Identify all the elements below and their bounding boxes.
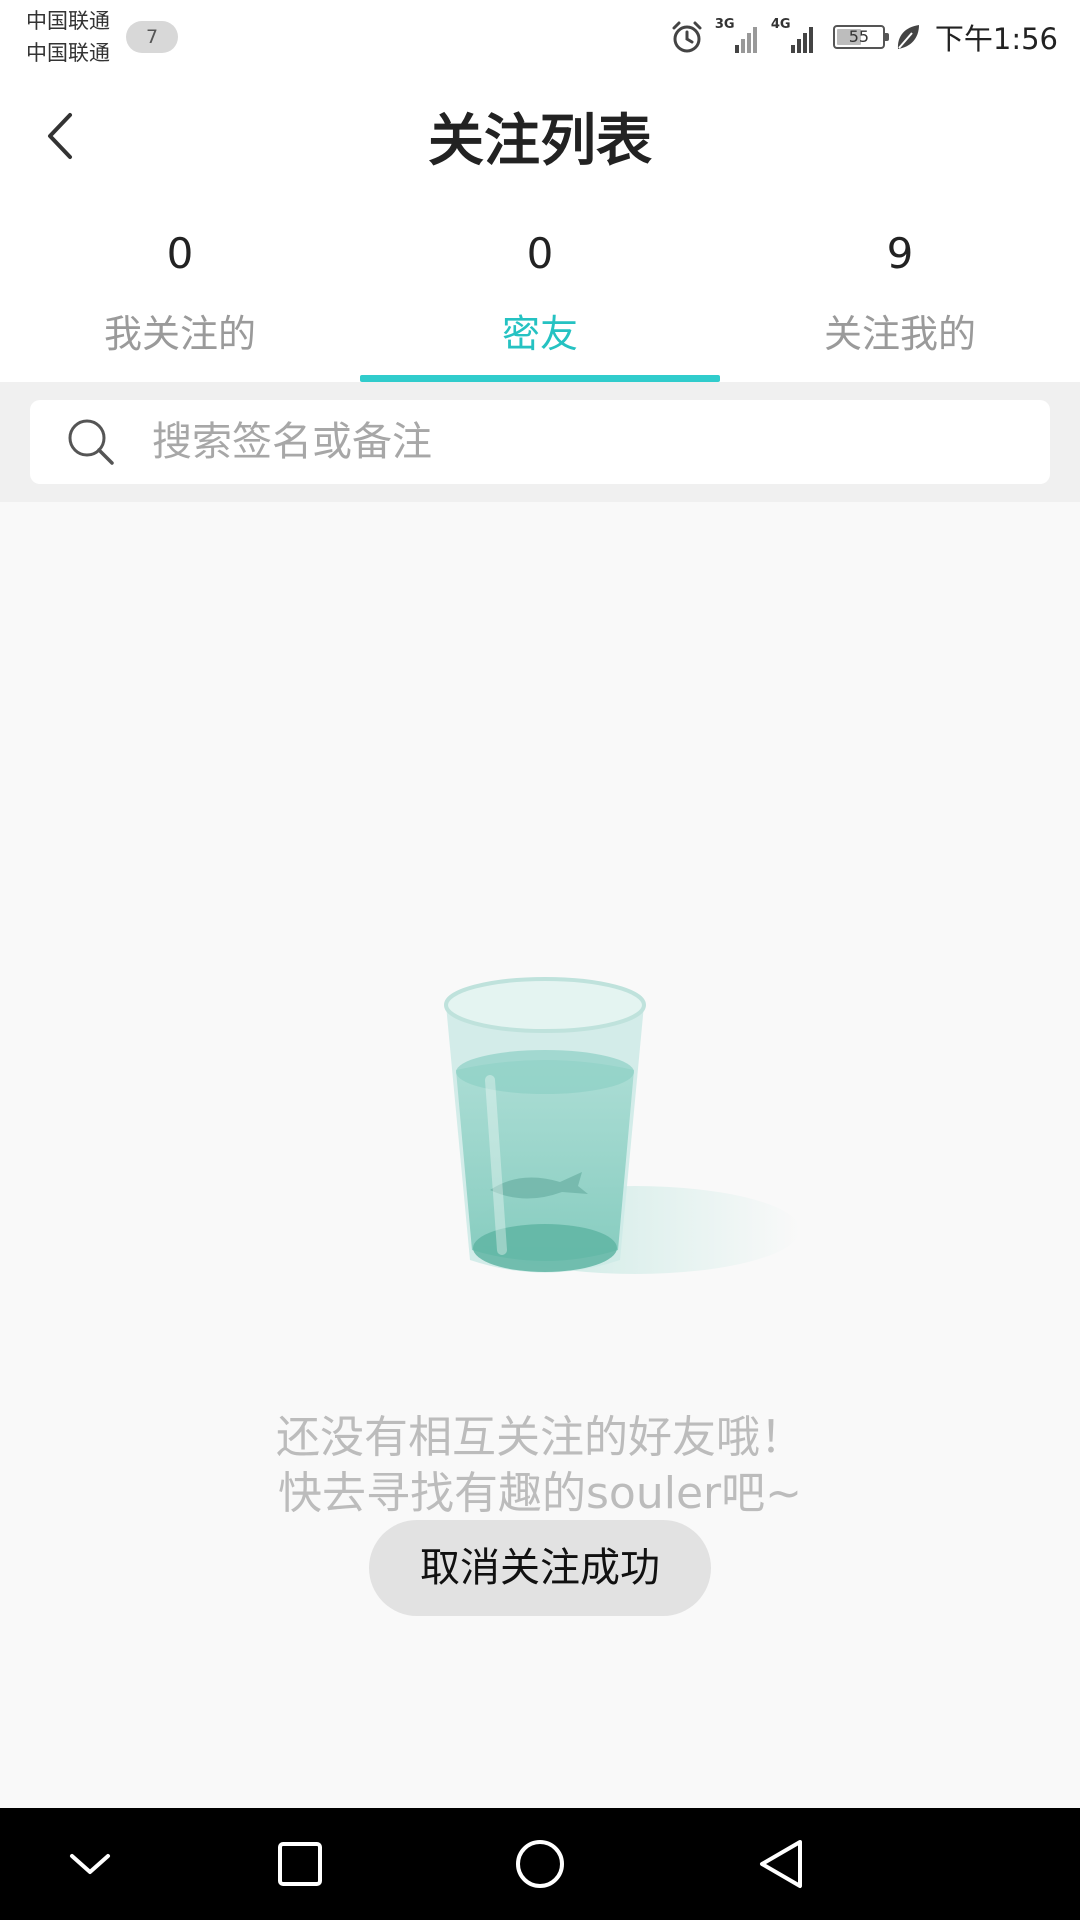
circle-icon (516, 1840, 564, 1888)
empty-cup-illustration (444, 977, 800, 1274)
nav-home-button[interactable] (510, 1834, 570, 1894)
nav-back-button[interactable] (750, 1834, 810, 1894)
clock: 下午1:56 (934, 22, 1058, 56)
square-icon (278, 1842, 322, 1886)
network-type-2: 4G (770, 17, 791, 32)
tab-close-friends[interactable]: 0 密友 (360, 206, 720, 382)
search-box[interactable] (30, 400, 1050, 484)
notification-count-badge: 7 (126, 21, 178, 53)
status-bar: 中国联通 中国联通 7 3G 4G 55 下午1:56 (0, 0, 1080, 76)
search-icon (68, 419, 114, 465)
tab-followers[interactable]: 9 关注我的 (720, 206, 1080, 382)
search-area (0, 382, 1080, 502)
nav-recents-button[interactable] (270, 1834, 330, 1894)
triangle-back-icon (760, 1840, 802, 1888)
system-nav-bar (0, 1808, 1080, 1920)
status-icons: 3G 4G 55 下午1:56 (669, 14, 1058, 60)
search-input[interactable] (150, 418, 954, 466)
header: 关注列表 (0, 76, 1080, 206)
leaf-icon (897, 25, 919, 49)
tab-count: 0 (166, 229, 194, 278)
signal-4g-icon: 4G (771, 17, 817, 57)
battery-level: 55 (848, 27, 870, 46)
empty-message-line-1: 还没有相互关注的好友哦！ (276, 1412, 804, 1463)
chevron-down-icon (70, 1854, 110, 1874)
tab-label: 密友 (501, 312, 578, 356)
signal-3g-icon: 3G (715, 17, 761, 57)
tab-label: 我关注的 (103, 312, 256, 356)
tab-label: 关注我的 (823, 312, 976, 356)
active-tab-indicator (360, 375, 720, 382)
tab-bar: 0 我关注的 0 密友 9 关注我的 (0, 206, 1080, 382)
tab-count: 9 (886, 229, 914, 278)
empty-message-line-2: 快去寻找有趣的souler吧~ (278, 1468, 802, 1519)
carrier-name-1: 中国联通 (26, 9, 110, 33)
battery-icon: 55 (832, 25, 889, 49)
nav-collapse-button[interactable] (60, 1834, 120, 1894)
carrier-name-2: 中国联通 (26, 41, 110, 65)
page-title: 关注列表 (428, 109, 652, 174)
network-type-1: 3G (714, 17, 735, 32)
tab-following[interactable]: 0 我关注的 (0, 206, 360, 382)
toast-message: 取消关注成功 (369, 1520, 711, 1616)
tab-count: 0 (526, 229, 554, 278)
alarm-icon (672, 21, 702, 53)
